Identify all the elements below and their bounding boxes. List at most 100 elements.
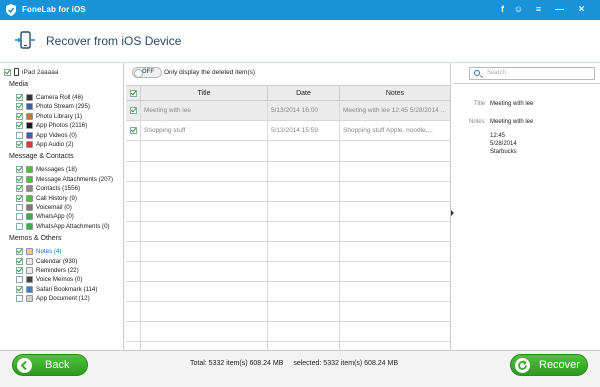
sidebar-item-checkbox[interactable] xyxy=(16,285,23,293)
page-title: Recover from iOS Device xyxy=(46,34,182,48)
message-attachments-icon xyxy=(26,175,33,183)
column-date[interactable]: Date xyxy=(267,86,339,102)
table-header: Title Date Notes xyxy=(126,85,450,102)
sidebar-item-label: App Videos (0) xyxy=(36,131,77,139)
sidebar-item-checkbox[interactable] xyxy=(16,276,23,284)
sidebar-item-checkbox[interactable] xyxy=(16,122,23,130)
fonelab-logo-icon xyxy=(6,4,16,16)
facebook-icon[interactable]: f xyxy=(496,3,509,16)
table-row[interactable]: Shopping stuff 5/13/2014 15:59 Shopping st… xyxy=(126,121,450,141)
app-audio-icon xyxy=(26,141,33,148)
search-box[interactable]: Search xyxy=(469,67,595,80)
detail-view: Title Meeting with lee Notes Meeting wit… xyxy=(454,83,600,350)
sidebar-item[interactable]: Calendar (930) xyxy=(16,257,77,266)
select-all-checkbox[interactable] xyxy=(130,90,137,97)
device-checkbox[interactable] xyxy=(4,68,11,76)
row-checkbox[interactable] xyxy=(130,107,137,114)
cell-date: 5/13/2014 15:59 xyxy=(267,121,339,141)
app-videos-icon xyxy=(26,131,33,139)
sidebar-item[interactable]: WhatsApp (0) xyxy=(16,212,74,221)
sidebar-item[interactable]: App Videos (0) xyxy=(16,131,77,140)
sidebar-item[interactable]: Voicemail (0) xyxy=(16,203,72,212)
sidebar-item-label: App Document (12) xyxy=(36,295,90,303)
photo-library-icon xyxy=(26,112,33,120)
sidebar-item-label: App Audio (2) xyxy=(36,141,74,148)
back-button[interactable]: Back xyxy=(12,354,88,376)
sidebar-item-checkbox[interactable] xyxy=(16,204,23,211)
recover-button[interactable]: Recover xyxy=(510,354,588,376)
back-label: Back xyxy=(45,359,70,371)
grid-line xyxy=(126,161,450,162)
whatsapp-icon xyxy=(26,213,33,221)
sidebar-item-label: WhatsApp Attachments (0) xyxy=(36,222,110,230)
grid-column-line xyxy=(267,101,268,350)
sidebar-item[interactable]: WhatsApp Attachments (0) xyxy=(16,222,110,231)
calendar-icon xyxy=(26,257,33,265)
sidebar-item[interactable]: Voice Memos (0) xyxy=(16,275,82,284)
grid-line xyxy=(126,341,450,342)
grid-column-line xyxy=(140,101,141,350)
sidebar-item-checkbox[interactable] xyxy=(16,141,23,148)
sidebar-item-checkbox[interactable] xyxy=(16,112,23,120)
sidebar-item-checkbox[interactable] xyxy=(16,248,23,256)
detail-notes-line: Meeting with lee xyxy=(490,119,534,125)
sidebar-item-checkbox[interactable] xyxy=(16,94,23,101)
voicemail-icon xyxy=(26,204,33,211)
detail-notes-line: Starbucks xyxy=(490,149,517,155)
sidebar-item-checkbox[interactable] xyxy=(16,175,23,183)
detail-notes-line: 5/28/2014 xyxy=(490,141,517,147)
sidebar-item-checkbox[interactable] xyxy=(16,295,23,303)
sidebar-item-label: Message Attachments (207) xyxy=(36,175,114,183)
sidebar-item-checkbox[interactable] xyxy=(16,222,23,230)
sidebar-item-checkbox[interactable] xyxy=(16,213,23,221)
sidebar-item-checkbox[interactable] xyxy=(16,257,23,265)
minimize-icon[interactable]: — xyxy=(553,3,566,16)
footer-bar: Back Total: 5332 item(s) 608.24 MB selec… xyxy=(0,350,600,387)
sidebar-item[interactable]: Message Attachments (207) xyxy=(16,175,113,184)
sidebar-item-label: Camera Roll (46) xyxy=(36,94,84,101)
sidebar-item-checkbox[interactable] xyxy=(16,103,23,111)
sidebar-item[interactable]: Notes (4) xyxy=(16,247,61,256)
notes-table: Title Date Notes Meeting with lee 5/13/20… xyxy=(126,85,450,350)
sidebar-item[interactable]: Contacts (1556) xyxy=(16,184,80,193)
sidebar-item[interactable]: Safari Bookmark (114) xyxy=(16,285,97,294)
device-row[interactable]: iPad 2aaaaa xyxy=(4,67,59,77)
messages-icon xyxy=(26,166,33,174)
table-row[interactable]: Meeting with lee 5/13/2014 16:00 Meeting w… xyxy=(126,101,450,121)
chat-icon[interactable]: ☺ xyxy=(512,3,525,16)
sidebar-item[interactable]: Photo Stream (295) xyxy=(16,102,90,111)
sidebar-item[interactable]: App Document (12) xyxy=(16,294,90,303)
deleted-only-toggle[interactable]: OFF xyxy=(132,67,162,78)
sidebar-item-checkbox[interactable] xyxy=(16,131,23,139)
sidebar-item[interactable]: App Audio (2) xyxy=(16,140,74,149)
sidebar-item-checkbox[interactable] xyxy=(16,166,23,174)
column-title[interactable]: Title xyxy=(140,86,267,102)
close-icon[interactable]: × xyxy=(575,3,588,16)
sidebar-item[interactable]: Photo Library (1) xyxy=(16,112,82,121)
grid-line xyxy=(126,321,450,322)
sidebar-item-checkbox[interactable] xyxy=(16,267,23,274)
sidebar-item[interactable]: App Photos (2116) xyxy=(16,121,87,130)
grid-line xyxy=(126,221,450,222)
grid-line xyxy=(126,261,450,262)
detail-notes-line: 12:45 xyxy=(490,133,506,139)
search-icon xyxy=(474,70,480,76)
column-notes[interactable]: Notes xyxy=(339,86,450,102)
grid-column-line xyxy=(339,101,340,350)
sidebar-item-checkbox[interactable] xyxy=(16,194,23,202)
menu-icon[interactable]: ≡ xyxy=(532,3,545,16)
sidebar-item[interactable]: Reminders (22) xyxy=(16,266,79,275)
contacts-icon xyxy=(26,185,33,193)
sidebar-item[interactable]: Call History (9) xyxy=(16,194,77,203)
safari-icon xyxy=(26,285,33,293)
header: Recover from iOS Device xyxy=(0,20,600,63)
row-checkbox[interactable] xyxy=(130,127,137,134)
sidebar-item[interactable]: Messages (18) xyxy=(16,165,77,174)
cell-notes: Shopping stuff Apple, noodle,... xyxy=(339,121,450,141)
sidebar-item[interactable]: Camera Roll (46) xyxy=(16,93,83,102)
cell-date: 5/13/2014 16:00 xyxy=(267,101,339,121)
title-bar: FoneLab for iOS f ☺ ≡ — × xyxy=(0,0,600,20)
camera-icon xyxy=(26,94,33,101)
sidebar-item-checkbox[interactable] xyxy=(16,185,23,193)
search-input[interactable]: Search xyxy=(487,70,506,76)
